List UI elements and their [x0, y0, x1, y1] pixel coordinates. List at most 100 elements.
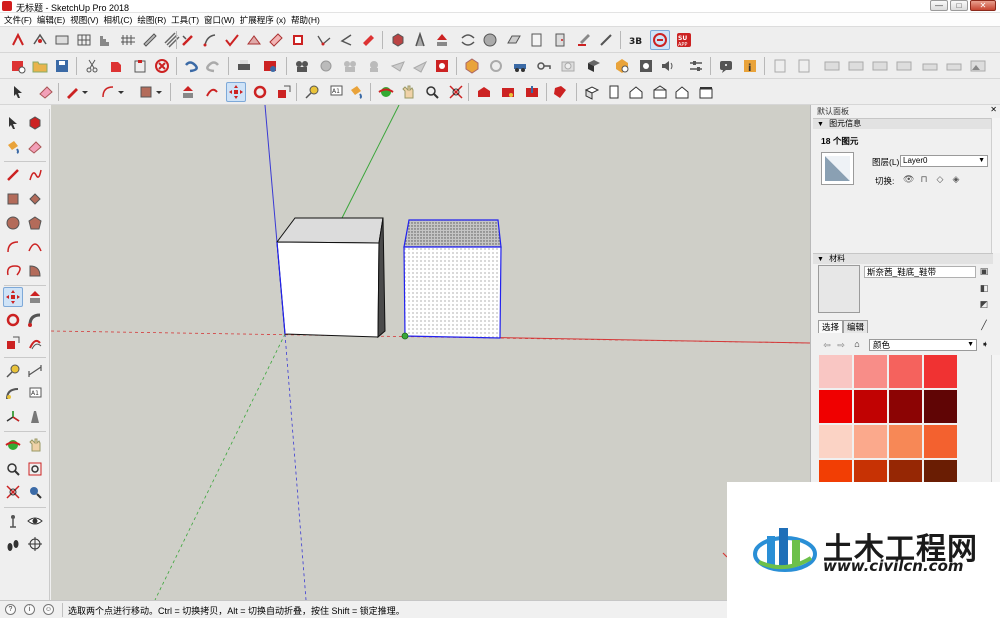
cube-top-face[interactable]	[276, 217, 384, 244]
tape-measure-icon[interactable]	[302, 82, 322, 102]
page-gray-2-icon[interactable]	[794, 56, 814, 76]
menu-extensions[interactable]: 扩展程序 (x)	[240, 13, 291, 26]
new-file-icon[interactable]	[8, 56, 28, 76]
component-add-icon[interactable]	[612, 56, 632, 76]
paste-icon[interactable]	[130, 56, 150, 76]
receive-shadow-icon[interactable]: ◇	[935, 174, 945, 184]
color-swatch[interactable]	[819, 425, 852, 458]
speaker-icon[interactable]	[658, 56, 678, 76]
box-icon[interactable]	[388, 30, 408, 50]
sheet-icon[interactable]	[526, 30, 546, 50]
axes-tool-palette-icon[interactable]	[3, 407, 23, 427]
print-icon[interactable]	[234, 56, 254, 76]
orbit-icon[interactable]	[376, 82, 396, 102]
three-point-arc-icon[interactable]	[3, 261, 23, 281]
su-app-icon[interactable]: SU APP	[674, 30, 694, 50]
car-icon[interactable]	[510, 56, 530, 76]
gear-gray-icon[interactable]	[316, 56, 336, 76]
info-icon[interactable]: i	[740, 56, 760, 76]
check-curve-icon[interactable]	[222, 30, 242, 50]
zoom-tool-icon[interactable]	[3, 459, 23, 479]
menu-draw[interactable]: 绘图(R)	[137, 13, 171, 26]
sphere-icon[interactable]	[480, 30, 500, 50]
bed-gray-2-icon[interactable]	[944, 56, 964, 76]
menu-tools[interactable]: 工具(T)	[171, 13, 204, 26]
redo-icon[interactable]	[204, 56, 224, 76]
cast-shadow-icon[interactable]: ◈	[951, 174, 961, 184]
lock-icon[interactable]: ⊓	[919, 174, 929, 184]
front-view-icon[interactable]	[626, 82, 646, 102]
selected-cube-front-face[interactable]	[403, 246, 502, 339]
text-tool-palette-icon[interactable]: A1	[25, 384, 45, 404]
text-tool-icon[interactable]: A1	[326, 82, 346, 102]
details-arrow-icon[interactable]: ➧	[980, 339, 990, 349]
copy-icon[interactable]	[106, 56, 126, 76]
ruler-icon[interactable]	[140, 30, 160, 50]
tab-edit[interactable]: 编辑	[843, 320, 869, 333]
color-swatch[interactable]	[924, 390, 957, 423]
upload-icon[interactable]	[522, 82, 542, 102]
cut-icon[interactable]	[82, 56, 102, 76]
pen-red-icon[interactable]	[178, 30, 198, 50]
reel-gray-2-icon[interactable]	[364, 56, 384, 76]
move-tool-icon[interactable]	[3, 287, 23, 307]
send-gray-icon[interactable]	[410, 56, 430, 76]
move-tool-active-icon[interactable]	[226, 82, 246, 102]
forward-arrow-icon[interactable]: ⇨	[836, 340, 846, 350]
visibility-eye-icon[interactable]: 👁	[903, 174, 914, 184]
rectangle-tool-icon[interactable]	[3, 189, 23, 209]
color-swatch[interactable]	[924, 355, 957, 388]
layer-dropdown[interactable]: Layer0 ▼	[900, 155, 988, 167]
position-camera-icon[interactable]	[3, 511, 23, 531]
maximize-button[interactable]: □	[950, 0, 968, 11]
arc-pen-icon[interactable]	[200, 30, 220, 50]
color-swatch[interactable]	[924, 425, 957, 458]
color-swatch[interactable]	[889, 390, 922, 423]
rotated-rectangle-icon[interactable]	[25, 189, 45, 209]
key-icon[interactable]	[534, 56, 554, 76]
surface-icon[interactable]	[504, 30, 524, 50]
reel-gray-icon[interactable]	[340, 56, 360, 76]
menu-camera[interactable]: 相机(C)	[104, 13, 138, 26]
previous-view-icon[interactable]	[25, 482, 45, 502]
color-swatch[interactable]	[819, 390, 852, 423]
pan-tool-icon[interactable]	[25, 435, 45, 455]
dimension-icon[interactable]	[30, 30, 50, 50]
path-icon[interactable]	[314, 30, 334, 50]
arc-tool-icon[interactable]	[3, 237, 23, 257]
menu-help[interactable]: 帮助(H)	[291, 13, 325, 26]
color-swatch[interactable]	[854, 460, 887, 482]
zoom-icon[interactable]	[422, 82, 442, 102]
stairs-icon[interactable]	[96, 30, 116, 50]
two-point-arc-icon[interactable]	[25, 237, 45, 257]
model-info-icon[interactable]	[260, 56, 280, 76]
color-swatch[interactable]	[854, 355, 887, 388]
landscape-icon[interactable]	[968, 56, 988, 76]
walk-icon[interactable]	[3, 534, 23, 554]
eyedropper-icon[interactable]: ╱	[979, 320, 989, 330]
page-gray-icon[interactable]	[770, 56, 790, 76]
menu-file[interactable]: 文件(F)	[4, 13, 37, 26]
circle-tool-icon[interactable]	[3, 213, 23, 233]
window-gray-icon[interactable]	[822, 56, 842, 76]
default-material-icon[interactable]: ◧	[979, 283, 989, 293]
home-icon[interactable]: ⌂	[852, 339, 862, 349]
plane-gray-icon[interactable]	[388, 56, 408, 76]
eraser-icon[interactable]	[36, 82, 56, 102]
menu-window[interactable]: 窗口(W)	[204, 13, 240, 26]
left-view-icon[interactable]	[696, 82, 716, 102]
arc-dropdown-icon[interactable]	[116, 82, 126, 102]
menu-view[interactable]: 视图(V)	[70, 13, 103, 26]
orbit-tool-icon[interactable]	[3, 435, 23, 455]
window-gray-2-icon[interactable]	[846, 56, 866, 76]
top-view-icon[interactable]	[604, 82, 624, 102]
push-pull-red-icon[interactable]	[432, 30, 452, 50]
color-swatch[interactable]	[889, 460, 922, 482]
section-plane-tool-icon[interactable]	[25, 534, 45, 554]
3b-plugin-icon[interactable]: 3B	[626, 30, 646, 50]
menu-edit[interactable]: 编辑(E)	[37, 13, 70, 26]
pencil-dropdown-icon[interactable]	[80, 82, 90, 102]
color-swatch[interactable]	[854, 390, 887, 423]
line-tool-red-icon[interactable]	[3, 165, 23, 185]
grid-icon[interactable]	[74, 30, 94, 50]
